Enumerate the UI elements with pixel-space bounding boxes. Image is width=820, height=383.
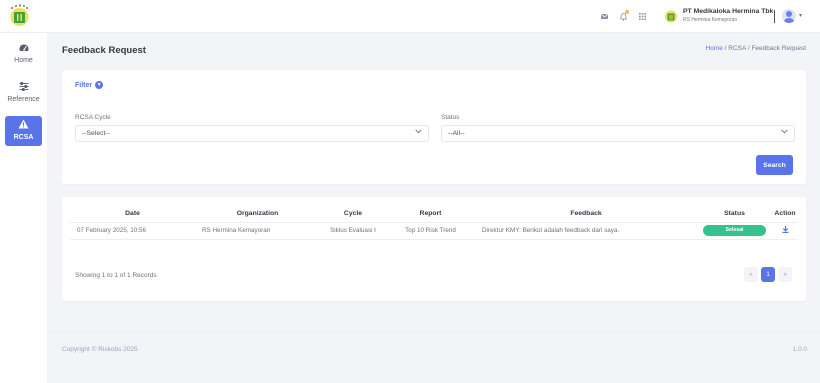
notification-dot bbox=[625, 10, 629, 14]
column-header-cycle[interactable]: Cycle bbox=[320, 206, 386, 223]
cell-cycle: Siklus Evaluasi I bbox=[320, 222, 386, 240]
breadcrumb-rcsa[interactable]: RCSA bbox=[728, 45, 746, 52]
column-header-date[interactable]: Date bbox=[70, 206, 195, 223]
breadcrumb-home-link[interactable]: Home bbox=[706, 45, 723, 52]
chevron-down-icon[interactable]: ▾ bbox=[799, 12, 802, 19]
top-bar: PT Medikaloka Hermina Tbk RS Hermina Kem… bbox=[0, 0, 820, 33]
filter-toggle[interactable]: Filter ▼ bbox=[75, 81, 104, 89]
footer-version: 1.0.0 bbox=[792, 346, 807, 353]
column-header-feedback[interactable]: Feedback bbox=[475, 206, 697, 223]
status-value: --All-- bbox=[448, 130, 465, 137]
company-subtitle: RS Hermina Kemayoran bbox=[683, 17, 738, 23]
rcsa-cycle-select[interactable]: --Select-- bbox=[75, 125, 429, 142]
status-badge: Selesai bbox=[703, 225, 766, 236]
pagination: « 1 » bbox=[741, 267, 792, 282]
company-logo-icon bbox=[665, 10, 677, 23]
column-header-report[interactable]: Report bbox=[386, 206, 475, 223]
feedback-table: Date Organization Cycle Report Feedback … bbox=[70, 206, 798, 240]
cell-date: 07 February 2025, 10:56 bbox=[70, 222, 195, 240]
company-name: PT Medikaloka Hermina Tbk bbox=[683, 8, 774, 15]
user-avatar[interactable] bbox=[782, 9, 796, 23]
chevron-down-icon bbox=[415, 129, 422, 136]
apps-grid-icon[interactable] bbox=[637, 11, 648, 22]
sidebar-item-home[interactable]: Home bbox=[0, 43, 47, 64]
records-info: Showing 1 to 1 of 1 Records bbox=[75, 272, 157, 279]
cell-action bbox=[772, 222, 798, 240]
cell-report: Top 10 Risk Trend bbox=[386, 222, 475, 240]
cell-feedback: Direktur KMY: Berikut adalah feedback da… bbox=[475, 222, 697, 240]
footer-divider bbox=[47, 331, 820, 332]
footer-copyright: Copyright © Riskobs 2025 bbox=[62, 346, 138, 353]
sidebar-item-label: Reference bbox=[7, 96, 40, 103]
bell-icon[interactable] bbox=[618, 10, 629, 22]
sidebar-item-rcsa[interactable]: RCSA bbox=[5, 116, 42, 146]
page-title: Feedback Request bbox=[62, 45, 146, 56]
table-row: 07 February 2025, 10:56 RS Hermina Kemay… bbox=[70, 222, 798, 240]
pagination-next[interactable]: » bbox=[778, 267, 792, 282]
column-header-action: Action bbox=[772, 206, 798, 223]
status-select[interactable]: --All-- bbox=[441, 125, 795, 142]
chevron-down-circle-icon: ▼ bbox=[95, 81, 104, 89]
sidebar-item-label: RCSA bbox=[13, 134, 34, 141]
filter-card: Filter ▼ RCSA Cycle --Select-- Status --… bbox=[62, 70, 806, 184]
pagination-page-1[interactable]: 1 bbox=[761, 267, 775, 282]
sliders-icon bbox=[0, 82, 47, 94]
breadcrumb: Home / RCSA / Feedback Request bbox=[706, 45, 806, 52]
download-icon[interactable] bbox=[782, 226, 789, 235]
sidebar-item-reference[interactable]: Reference bbox=[0, 82, 47, 103]
pagination-prev[interactable]: « bbox=[744, 267, 758, 282]
breadcrumb-current: Feedback Request bbox=[751, 45, 806, 52]
warning-icon bbox=[5, 119, 42, 132]
rcsa-cycle-value: --Select-- bbox=[82, 130, 110, 137]
rcsa-cycle-label: RCSA Cycle bbox=[75, 114, 111, 121]
filter-title: Filter bbox=[75, 81, 93, 89]
chevron-down-icon bbox=[781, 129, 788, 136]
dashboard-icon bbox=[0, 43, 47, 55]
column-header-organization[interactable]: Organization bbox=[195, 206, 320, 223]
company-info[interactable]: PT Medikaloka Hermina Tbk RS Hermina Kem… bbox=[683, 8, 773, 24]
search-button[interactable]: Search bbox=[756, 155, 793, 175]
header-divider bbox=[774, 10, 775, 23]
cell-organization: RS Hermina Kemayoran bbox=[195, 222, 320, 240]
app-logo-icon[interactable] bbox=[6, 3, 33, 30]
feedback-table-card: Date Organization Cycle Report Feedback … bbox=[62, 197, 806, 301]
status-label: Status bbox=[441, 114, 460, 121]
cell-status: Selesai bbox=[697, 222, 772, 240]
sidebar-item-label: Home bbox=[14, 57, 33, 64]
mail-icon[interactable] bbox=[599, 11, 610, 22]
column-header-status[interactable]: Status bbox=[697, 206, 772, 223]
sidebar: Home Reference RCSA bbox=[0, 33, 47, 383]
table-header-row: Date Organization Cycle Report Feedback … bbox=[70, 206, 798, 223]
